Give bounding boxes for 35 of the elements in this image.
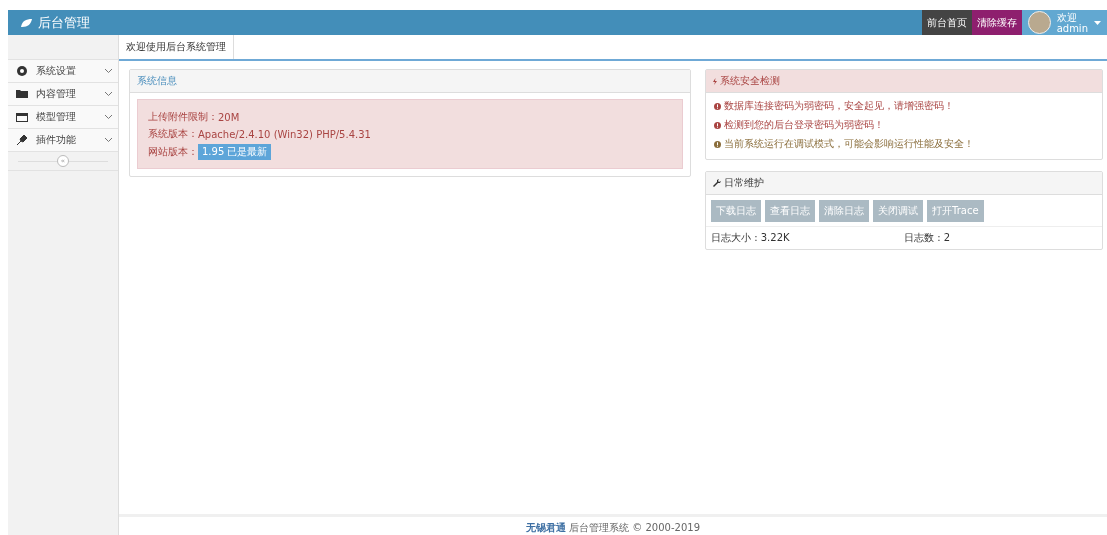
app-title: 后台管理 (38, 13, 90, 32)
user-avatar[interactable] (1027, 11, 1051, 34)
alert-text: 当前系统运行在调试模式，可能会影响运行性能及安全！ (724, 137, 974, 151)
header-button[interactable]: 清除缓存 (971, 10, 1022, 35)
header-button[interactable]: 前台首页 (921, 10, 972, 35)
exclamation-icon (714, 102, 721, 110)
info-value: 20M (218, 111, 240, 123)
wrench-icon (713, 179, 721, 187)
log-count-text: 日志数 : 2 (904, 231, 952, 245)
sidebar-item[interactable]: 插件功能 (8, 128, 118, 152)
sidebar-item[interactable]: 模型管理 (8, 105, 118, 129)
log-size-text: 日志大小 : 3.22K (711, 231, 791, 245)
panel-title: 系统信息 (137, 74, 177, 88)
version-badge: 1.95 已是最新 (198, 144, 272, 160)
panel-title: 日常维护 (724, 176, 764, 190)
info-label: 系统版本： (148, 127, 198, 139)
alert-text: 数据库连接密码为弱密码，安全起见，请增强密码！ (724, 99, 954, 113)
plug-icon (16, 134, 28, 146)
info-label: 上传附件限制： (148, 110, 218, 124)
leaf-icon (20, 17, 33, 28)
sidebar-item[interactable]: 系统设置 (8, 59, 118, 83)
exclamation-icon (714, 121, 721, 129)
folder-icon (16, 88, 28, 100)
bolt-icon (713, 77, 717, 85)
exclamation-icon (714, 140, 721, 148)
sidebar-item[interactable]: 内容管理 (8, 82, 118, 106)
alert-text: 检测到您的后台登录密码为弱密码！ (724, 118, 884, 132)
gauge-icon (16, 65, 28, 77)
caret-icon[interactable] (1094, 20, 1101, 25)
panel-title: 系统安全检测 (720, 74, 780, 88)
footer-text: 无锡君通 后台管理系统 © 2000-2019 (525, 521, 700, 535)
info-value: Apache/2.4.10 (Win32) PHP/5.4.31 (198, 128, 371, 140)
info-label: 网站版本： (148, 145, 198, 159)
greeting-text: 欢迎 (1056, 11, 1078, 23)
window-icon (16, 111, 28, 123)
